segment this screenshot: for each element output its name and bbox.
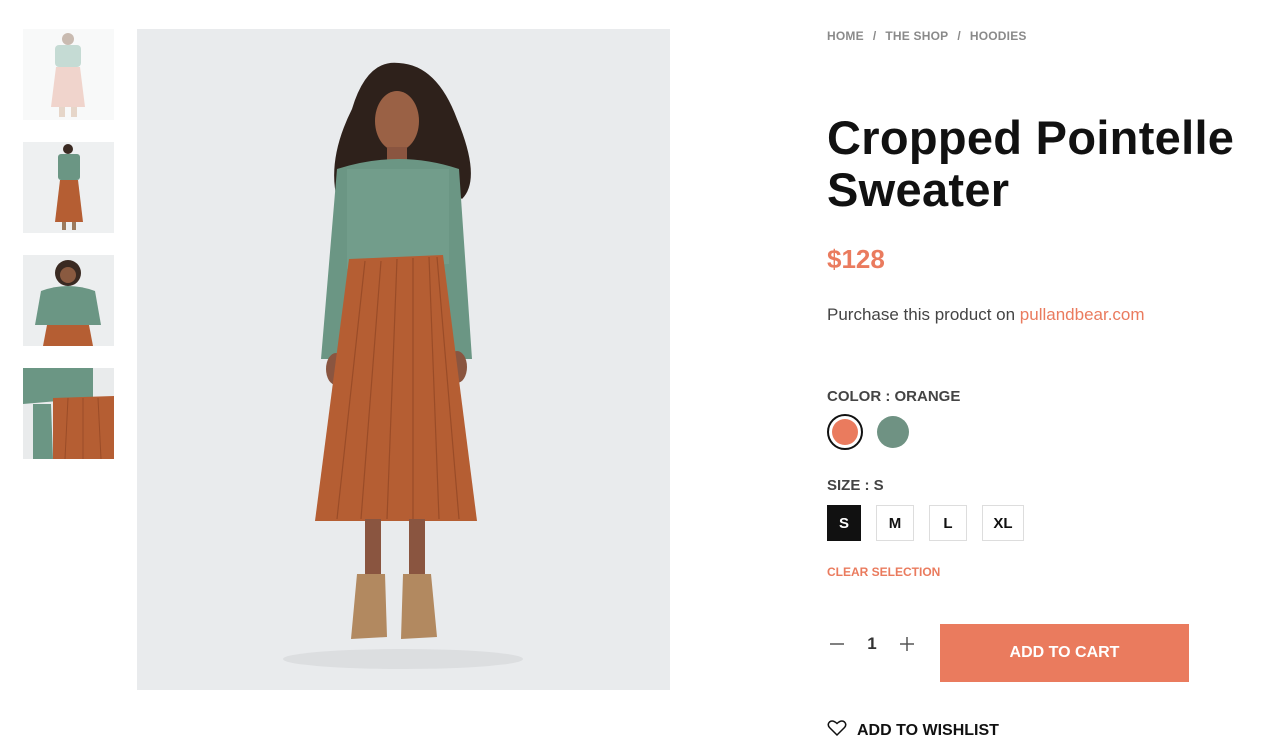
clear-selection-link[interactable]: CLEAR SELECTION (827, 565, 940, 579)
size-option-s[interactable]: S (827, 505, 861, 541)
breadcrumb-separator: / (872, 29, 877, 43)
wishlist-label: ADD TO WISHLIST (857, 721, 999, 739)
thumbnail-3[interactable] (23, 255, 114, 346)
product-price: $128 (827, 244, 885, 274)
quantity-stepper: 1 (827, 634, 917, 654)
thumbnail-list (23, 29, 114, 481)
model-photo (137, 29, 670, 690)
thumbnail-4[interactable] (23, 368, 114, 459)
thumbnail-4-image (23, 368, 114, 459)
purchase-text: Purchase this product on (827, 305, 1016, 324)
color-dot-green (877, 416, 909, 448)
size-option-m[interactable]: M (876, 505, 914, 541)
quantity-value[interactable]: 1 (847, 634, 897, 654)
color-swatch-green[interactable] (877, 416, 909, 448)
add-to-cart-button[interactable]: ADD TO CART (940, 624, 1189, 682)
add-to-wishlist-button[interactable]: ADD TO WISHLIST (827, 719, 999, 742)
thumbnail-2[interactable] (23, 142, 114, 233)
color-swatches (827, 414, 909, 450)
size-options: S M L XL (827, 505, 1024, 541)
size-option-xl[interactable]: XL (982, 505, 1024, 541)
minus-icon[interactable] (827, 634, 847, 654)
purchase-line: Purchase this product on pullandbear.com (827, 305, 1145, 325)
product-main-image[interactable] (137, 29, 670, 690)
color-label: COLOR : ORANGE (827, 388, 961, 405)
thumbnail-2-image (23, 142, 114, 233)
size-label: SIZE : S (827, 477, 884, 494)
breadcrumb-home[interactable]: HOME (827, 29, 864, 43)
breadcrumb-separator: / (957, 29, 961, 43)
breadcrumb-category[interactable]: HOODIES (970, 29, 1027, 43)
heart-icon (827, 719, 847, 742)
product-title: Cropped Pointelle Sweater (827, 111, 1235, 216)
size-option-l[interactable]: L (929, 505, 967, 541)
thumbnail-1[interactable] (23, 29, 114, 120)
color-dot-orange (832, 419, 858, 445)
thumbnail-3-image (23, 255, 114, 346)
breadcrumb-shop[interactable]: THE SHOP (885, 29, 948, 43)
thumbnail-1-image (23, 29, 114, 120)
breadcrumb: HOME / THE SHOP / HOODIES (827, 29, 1027, 43)
purchase-link[interactable]: pullandbear.com (1020, 305, 1145, 324)
color-swatch-orange[interactable] (827, 414, 863, 450)
plus-icon[interactable] (897, 634, 917, 654)
